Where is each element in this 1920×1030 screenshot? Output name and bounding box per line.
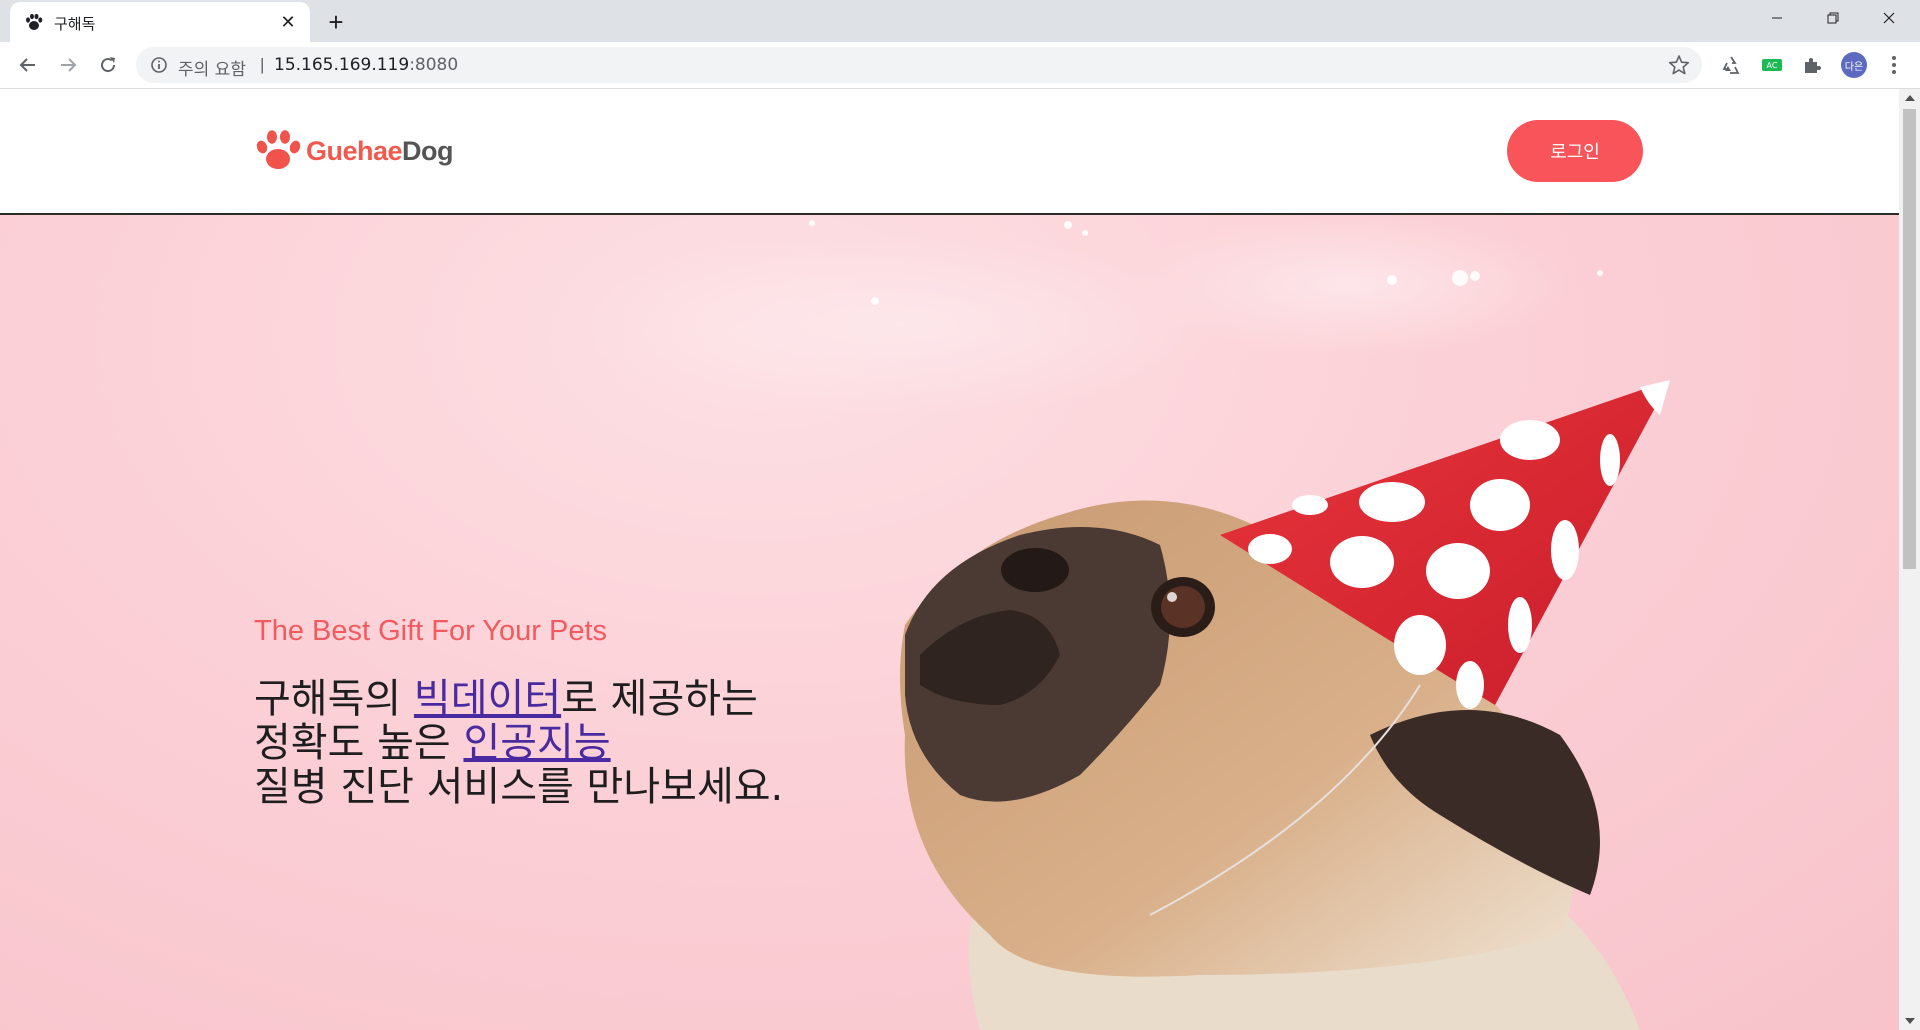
scroll-down-icon[interactable] xyxy=(1905,1018,1915,1024)
close-icon xyxy=(1883,12,1895,24)
url-port: :8080 xyxy=(409,55,459,75)
reload-icon xyxy=(101,57,116,73)
adblock-extension-icon[interactable]: AC xyxy=(1760,53,1784,77)
tab-title: 구해독 xyxy=(54,15,96,33)
hero-heading: 구해독의 빅데이터로 제공하는 정확도 높은 인공지능 질병 진단 서비스를 만… xyxy=(254,677,894,809)
address-bar[interactable]: 주의 요함 | 15.165.169.119:8080 xyxy=(136,47,1702,83)
more-vertical-icon[interactable] xyxy=(1882,53,1906,77)
puzzle-extensions-icon[interactable] xyxy=(1800,53,1824,77)
info-icon[interactable] xyxy=(150,56,168,74)
browser-tabstrip: 구해독 ✕ + xyxy=(0,0,1920,42)
hero-text: 구해독의 xyxy=(254,676,414,722)
recycle-extension-icon[interactable] xyxy=(1719,53,1743,77)
restore-icon xyxy=(1827,12,1839,24)
hero-text: 정확도 높은 xyxy=(254,720,464,766)
bookmark-star-icon[interactable] xyxy=(1668,54,1690,76)
hero-tagline: The Best Gift For Your Pets xyxy=(254,615,607,647)
logo-text: GuehaeDog xyxy=(306,135,454,167)
page-viewport: GuehaeDog 로그인 The Best Gift For Your Pet… xyxy=(0,89,1899,1030)
extension-badge: AC xyxy=(1762,59,1782,71)
url-separator: | xyxy=(260,55,265,74)
minimize-icon xyxy=(1772,17,1782,19)
scroll-up-icon[interactable] xyxy=(1905,95,1915,101)
url-text[interactable]: 15.165.169.119:8080 xyxy=(274,55,458,75)
paw-icon xyxy=(26,13,43,30)
hero-section: The Best Gift For Your Pets 구해독의 빅데이터로 제… xyxy=(0,215,1899,1030)
close-window-button[interactable] xyxy=(1861,0,1917,36)
scroll-thumb[interactable] xyxy=(1903,109,1916,569)
browser-tab[interactable]: 구해독 ✕ xyxy=(10,2,310,42)
paw-logo-icon xyxy=(256,130,301,169)
profile-avatar[interactable]: 다은 xyxy=(1841,52,1867,78)
big-data-link[interactable]: 빅데이터 xyxy=(414,676,561,722)
close-tab-icon[interactable]: ✕ xyxy=(276,10,300,34)
minimize-button[interactable] xyxy=(1749,0,1805,36)
ai-link[interactable]: 인공지능 xyxy=(463,720,610,766)
arrow-left-icon xyxy=(19,58,35,72)
security-warning[interactable]: 주의 요함 xyxy=(178,55,246,80)
url-host: 15.165.169.119 xyxy=(274,55,410,75)
browser-toolbar: 주의 요함 | 15.165.169.119:8080 AC 다은 xyxy=(0,42,1920,89)
hero-text: 로 제공하는 xyxy=(561,676,758,722)
login-button[interactable]: 로그인 xyxy=(1507,120,1643,182)
back-button[interactable] xyxy=(12,49,44,81)
logo-text-part1: Guehae xyxy=(306,135,403,166)
site-logo[interactable]: GuehaeDog xyxy=(254,127,454,175)
reload-button[interactable] xyxy=(92,49,124,81)
page-scrollbar[interactable] xyxy=(1899,89,1920,1030)
site-header: GuehaeDog 로그인 xyxy=(0,89,1899,215)
forward-button[interactable] xyxy=(52,49,84,81)
restore-button[interactable] xyxy=(1805,0,1861,36)
hero-text: 질병 진단 서비스를 만나보세요. xyxy=(254,764,784,810)
logo-text-part2: Dog xyxy=(402,135,454,166)
new-tab-button[interactable]: + xyxy=(322,8,350,36)
arrow-right-icon xyxy=(61,58,77,72)
